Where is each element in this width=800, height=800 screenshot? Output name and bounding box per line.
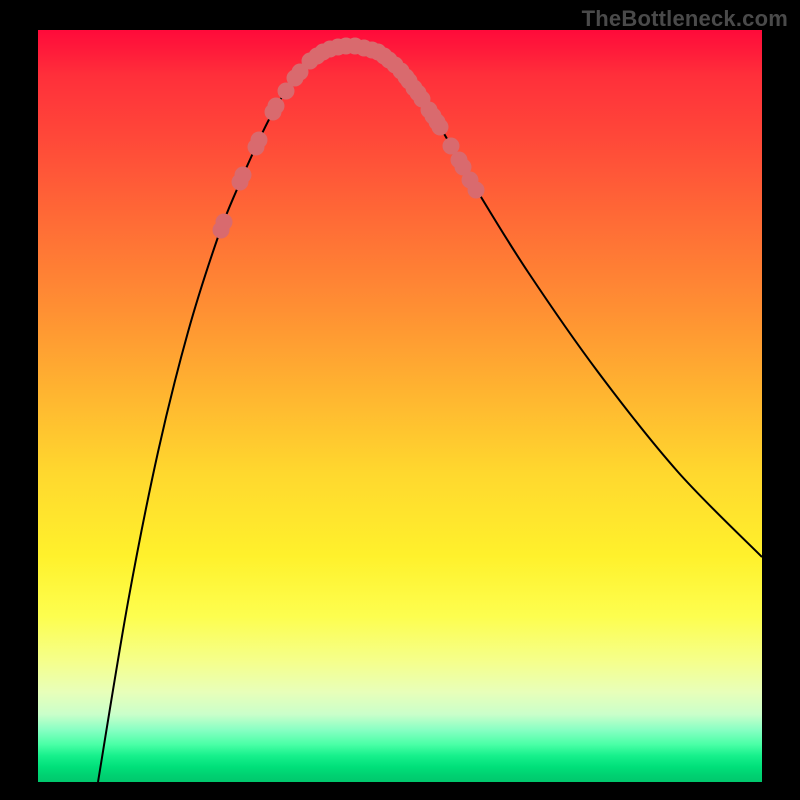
data-point-marker [216,214,233,231]
data-point-marker [235,167,252,184]
curve-left-branch [98,46,358,782]
watermark-text: TheBottleneck.com [582,6,788,32]
data-point-marker [251,132,268,149]
chart-plot-area [38,30,762,782]
curve-right-branch [358,46,762,557]
data-point-marker [432,119,449,136]
curve-markers [213,38,485,239]
app-frame: TheBottleneck.com [0,0,800,800]
data-point-marker [468,182,485,199]
chart-svg [38,30,762,782]
data-point-marker [268,98,285,115]
